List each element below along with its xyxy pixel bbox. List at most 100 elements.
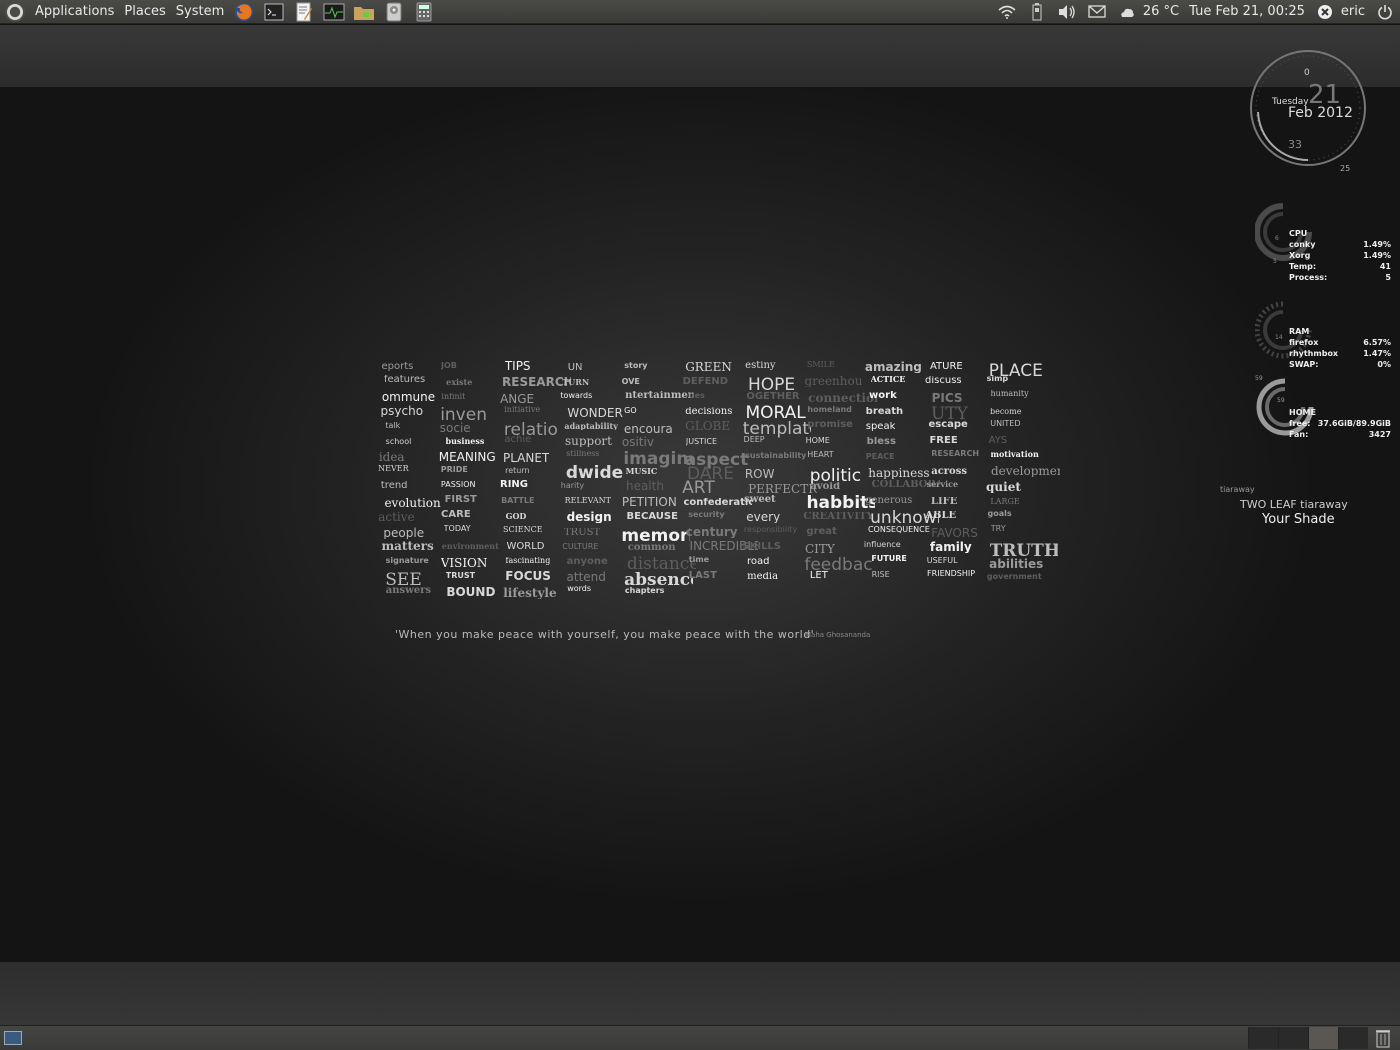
cpu-row-xorg: Xorg 1.49%: [1289, 251, 1391, 260]
bottom-panel: [0, 1025, 1400, 1050]
word-cloud-word: JOB: [441, 362, 457, 371]
word-cloud-word: connection: [808, 392, 877, 405]
system-monitor-icon[interactable]: [323, 2, 345, 22]
wifi-icon[interactable]: [996, 2, 1018, 22]
mail-icon[interactable]: [1086, 2, 1108, 22]
word-cloud-word: amazing: [864, 360, 922, 373]
word-cloud-word: confederation: [683, 497, 753, 508]
word-cloud-word: eports: [381, 361, 414, 372]
word-cloud-word: work: [869, 391, 897, 402]
user-status-icon[interactable]: [1314, 2, 1336, 22]
word-cloud-word: people: [383, 526, 425, 539]
conky-ram: 14 RAM firefox 6.57% rhythmbox 1.47% SWAP:…: [1255, 300, 1395, 375]
word-cloud-word: government: [986, 572, 1042, 581]
text-editor-icon[interactable]: [293, 2, 315, 22]
volume-icon[interactable]: [1056, 2, 1078, 22]
word-cloud-word: BATTLE: [501, 496, 535, 505]
word-cloud-word: distance: [626, 555, 696, 573]
word-cloud-word: quiet: [986, 480, 1021, 493]
home-row-fan: Fan: 3427: [1289, 430, 1391, 439]
weather-icon[interactable]: [1116, 2, 1138, 22]
firefox-icon[interactable]: [233, 2, 255, 22]
menu-applications[interactable]: Applications: [30, 0, 119, 24]
cpu-title: CPU: [1289, 229, 1308, 238]
word-cloud-word: design: [566, 511, 612, 524]
word-cloud-word: ANGE: [500, 392, 535, 405]
wallpaper-quote: 'When you make peace with yourself, you …: [395, 628, 815, 641]
trash-icon[interactable]: [1372, 1027, 1394, 1049]
word-cloud-word: homeland: [807, 405, 852, 414]
cpu-row-conky: conky 1.49%: [1289, 240, 1391, 249]
word-cloud-word: BOUND: [446, 585, 496, 598]
word-cloud-word: WORLD: [506, 541, 545, 552]
word-cloud-word: LAST: [688, 570, 717, 581]
word-cloud-word: USEFUL: [926, 557, 958, 566]
word-cloud-word: talk: [385, 421, 401, 430]
workspace-4[interactable]: [1338, 1027, 1368, 1049]
word-cloud-word: road: [747, 557, 770, 568]
workspace-switcher: [1248, 1027, 1368, 1049]
word-cloud-word: ABLE: [925, 510, 957, 521]
menu-places[interactable]: Places: [119, 0, 170, 24]
weather-temperature[interactable]: 26 °C: [1138, 4, 1184, 19]
clock-month-year: Feb 2012: [1288, 105, 1353, 121]
show-desktop-icon[interactable]: [4, 1031, 22, 1045]
word-cloud-word: service: [926, 480, 959, 489]
terminal-icon[interactable]: [263, 2, 285, 22]
word-cloud-word: signature: [385, 556, 429, 565]
battery-icon[interactable]: [1026, 2, 1048, 22]
clock-datetime[interactable]: Tue Feb 21, 00:25: [1184, 4, 1310, 19]
word-cloud-word: infinit: [441, 392, 466, 401]
word-cloud-word: bless: [866, 437, 896, 448]
word-cloud-word: answers: [385, 585, 431, 596]
word-cloud-word: across: [931, 467, 967, 478]
word-cloud-word: PETITION: [621, 495, 677, 508]
word-cloud-word: ACTICE: [870, 375, 906, 384]
clock-minute-mark: 33: [1288, 138, 1302, 151]
word-cloud-word: CREATIVITY: [803, 512, 873, 523]
conky-home: 59 59 HOME free: 37.6GiB/89.9GiB Fan: 3427: [1255, 375, 1395, 445]
word-cloud-word: HOME: [805, 437, 830, 446]
word-cloud-word: ntertainment: [625, 391, 694, 402]
calculator-icon[interactable]: [413, 2, 435, 22]
word-cloud-word: CARE: [441, 510, 471, 521]
word-cloud-word: FRIENDSHIP: [927, 570, 976, 579]
word-cloud-word: common: [627, 542, 676, 553]
word-cloud-word: happiness: [868, 467, 930, 480]
file-manager-icon[interactable]: [353, 2, 375, 22]
menu-system[interactable]: System: [171, 0, 229, 24]
word-cloud-word: initiative: [504, 406, 541, 415]
power-icon[interactable]: [1374, 2, 1396, 22]
word-cloud-word: speak: [865, 421, 896, 432]
word-cloud-word: humanity: [990, 390, 1029, 399]
workspace-2[interactable]: [1278, 1027, 1308, 1049]
top-panel: Applications Places System 26 °C Tue Feb…: [0, 0, 1400, 24]
word-cloud-word: TURN: [562, 377, 590, 386]
conky-clock: 0 Tuesday 21 Feb 2012 33 25: [1250, 50, 1370, 173]
word-cloud-word: ROW: [744, 467, 775, 480]
workspace-1[interactable]: [1248, 1027, 1278, 1049]
word-cloud-word: dwide: [565, 465, 624, 483]
word-cloud-word: OVE: [621, 377, 640, 386]
cpu-row-process: Process: 5: [1289, 273, 1391, 282]
workspace-3[interactable]: [1308, 1027, 1338, 1049]
word-cloud-word: anyone: [566, 557, 608, 568]
ubuntu-logo-icon[interactable]: [5, 1, 25, 22]
word-cloud-word: achie: [504, 435, 532, 446]
cpu-ring-label-2: 5: [1273, 258, 1277, 265]
word-cloud-word: RELEVANT: [564, 496, 611, 505]
word-cloud-word: UNITED: [990, 420, 1021, 429]
word-cloud-word: story: [624, 361, 648, 370]
disk-utility-icon[interactable]: [383, 2, 405, 22]
word-cloud-word: TODAY: [443, 525, 471, 534]
word-cloud-word: discuss: [925, 376, 962, 387]
clock-second-mark: 25: [1340, 164, 1351, 173]
notification-area: 26 °C Tue Feb 21, 00:25 eric: [992, 0, 1400, 24]
word-cloud-word: idea: [378, 451, 405, 464]
word-cloud-word: abilities: [989, 557, 1044, 570]
word-cloud-word: DEFEND: [682, 377, 729, 388]
word-cloud-word: BECAUSE: [626, 511, 678, 522]
word-cloud-word: business: [445, 437, 485, 446]
user-name[interactable]: eric: [1336, 4, 1370, 19]
word-cloud-word: harity: [560, 481, 585, 490]
